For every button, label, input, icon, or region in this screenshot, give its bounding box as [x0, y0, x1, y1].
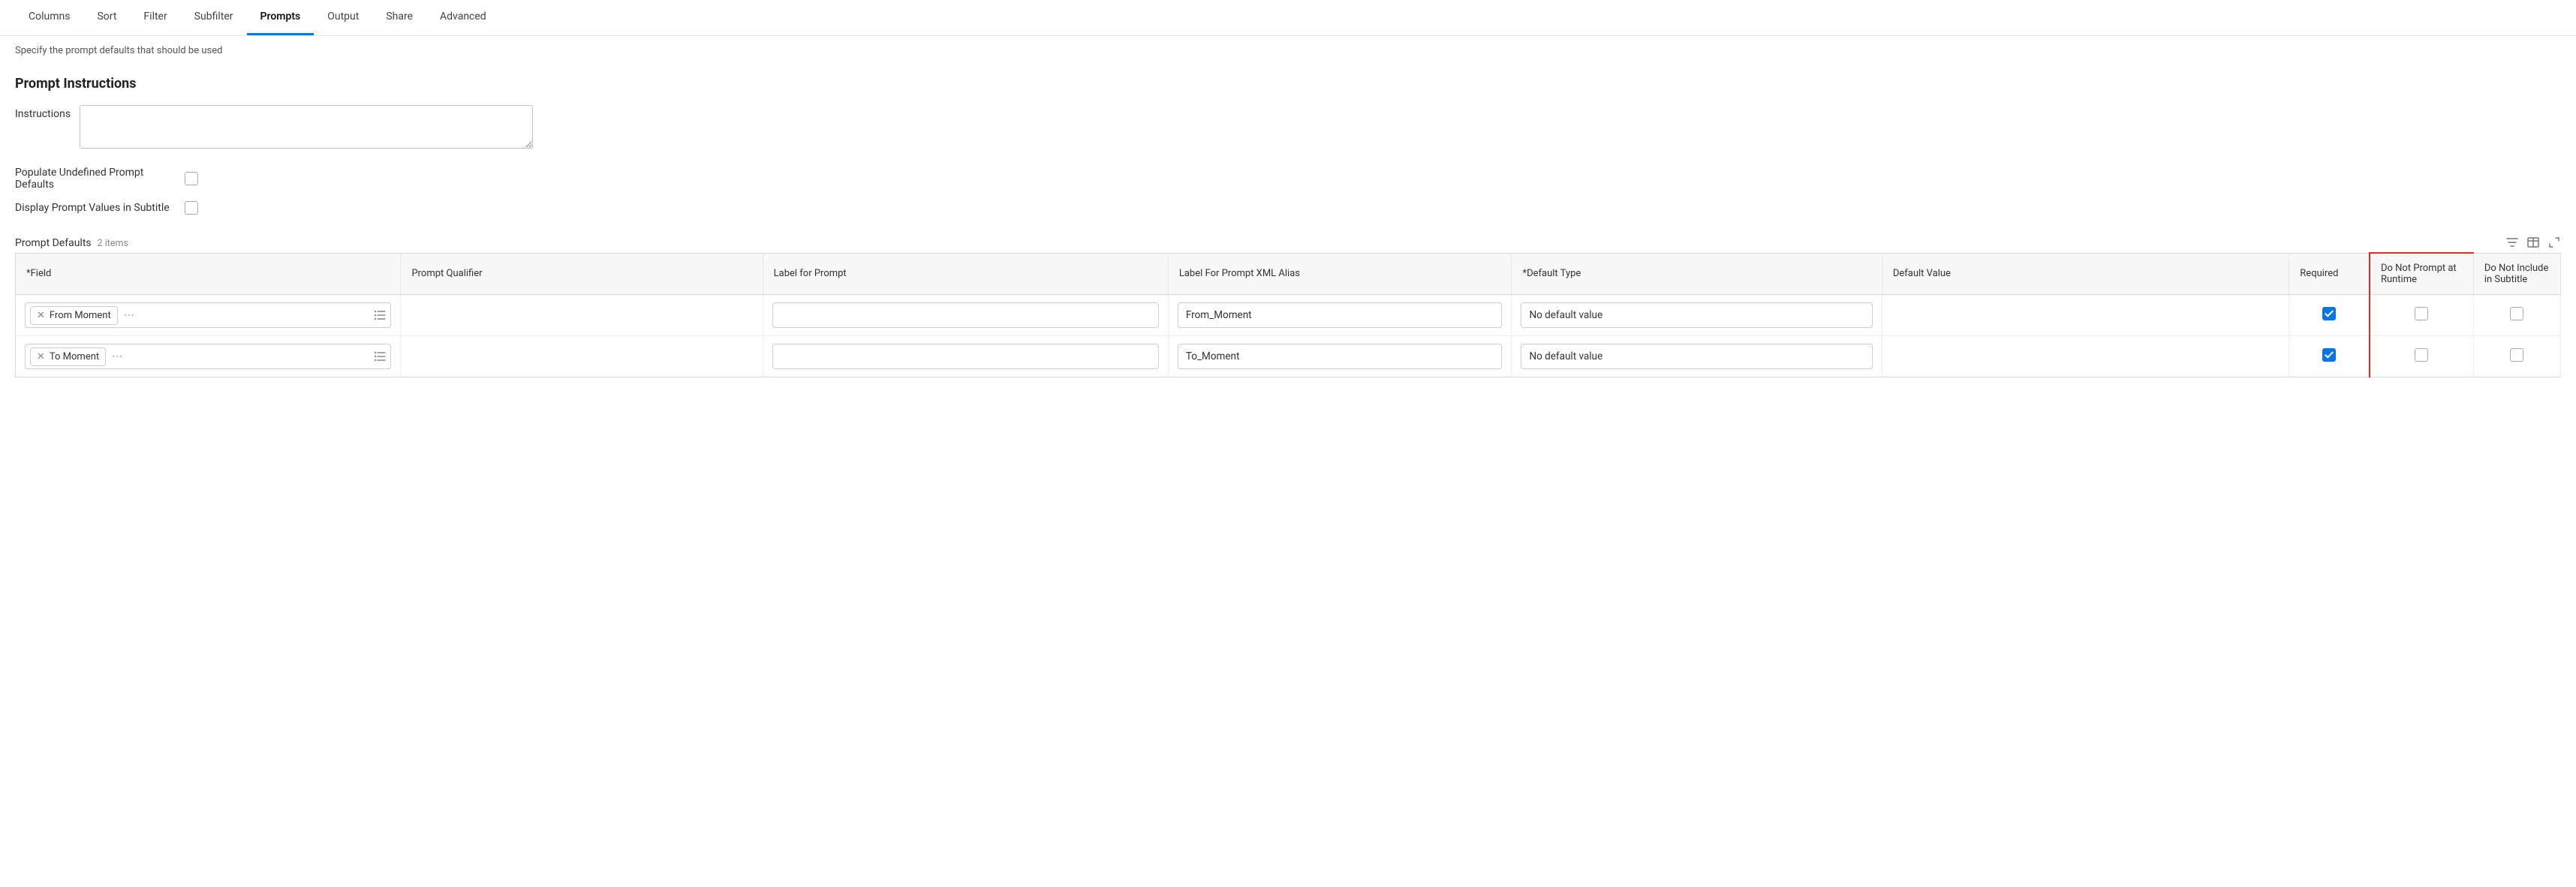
prompt-defaults-table: *Field Prompt Qualifier Label for Prompt… — [15, 252, 2561, 377]
no-subtitle-checkbox[interactable] — [2510, 348, 2523, 362]
default-type-input[interactable] — [1521, 302, 1872, 328]
instructions-label: Instructions — [15, 105, 80, 120]
chip-label: From Moment — [50, 310, 111, 321]
prompt-defaults-count: 2 items — [98, 238, 128, 249]
col-header-qualifier[interactable]: Prompt Qualifier — [401, 253, 763, 295]
col-header-field[interactable]: *Field — [16, 253, 401, 295]
col-header-no-subtitle[interactable]: Do Not Include in Subtitle — [2473, 253, 2560, 295]
chip-more-icon[interactable]: ⋯ — [122, 309, 136, 321]
table-row: ✕ To Moment ⋯ — [16, 336, 2561, 377]
tab-columns[interactable]: Columns — [15, 0, 83, 35]
col-header-no-prompt[interactable]: Do Not Prompt at Runtime — [2370, 253, 2473, 295]
default-value-cell — [1882, 336, 2289, 377]
col-header-default-value[interactable]: Default Value — [1882, 253, 2289, 295]
alias-input[interactable] — [1178, 302, 1503, 328]
field-picker[interactable]: ✕ To Moment ⋯ — [25, 344, 391, 369]
chip-label: To Moment — [50, 351, 99, 362]
chip-remove-icon[interactable]: ✕ — [37, 352, 45, 362]
no-prompt-checkbox[interactable] — [2415, 348, 2428, 362]
instructions-textarea[interactable] — [80, 105, 533, 149]
no-prompt-checkbox[interactable] — [2415, 307, 2428, 320]
default-value-cell — [1882, 295, 2289, 336]
tab-advanced[interactable]: Advanced — [426, 0, 500, 35]
chip-more-icon[interactable]: ⋯ — [110, 350, 124, 362]
populate-defaults-label: Populate Undefined Prompt Defaults — [15, 167, 185, 191]
display-subtitle-label: Display Prompt Values in Subtitle — [15, 202, 185, 214]
required-checkbox[interactable] — [2322, 348, 2336, 362]
label-input[interactable] — [772, 344, 1159, 369]
tab-output[interactable]: Output — [314, 0, 372, 35]
qualifier-cell — [401, 336, 763, 377]
filter-icon[interactable] — [2505, 236, 2519, 249]
field-chip: ✕ From Moment — [30, 306, 118, 325]
required-checkbox[interactable] — [2322, 307, 2336, 320]
list-picker-icon[interactable] — [374, 351, 386, 362]
prompt-defaults-title: Prompt Defaults — [15, 237, 92, 249]
col-header-label[interactable]: Label for Prompt — [763, 253, 1168, 295]
tab-sort[interactable]: Sort — [83, 0, 130, 35]
col-header-alias[interactable]: Label For Prompt XML Alias — [1168, 253, 1512, 295]
col-header-required[interactable]: Required — [2289, 253, 2370, 295]
table-row: ✕ From Moment ⋯ — [16, 295, 2561, 336]
field-picker[interactable]: ✕ From Moment ⋯ — [25, 302, 391, 328]
chip-remove-icon[interactable]: ✕ — [37, 311, 45, 320]
tab-subfilter[interactable]: Subfilter — [181, 0, 247, 35]
expand-icon[interactable] — [2547, 236, 2561, 249]
populate-defaults-checkbox[interactable] — [185, 172, 198, 185]
col-header-default-type[interactable]: *Default Type — [1512, 253, 1882, 295]
display-subtitle-checkbox[interactable] — [185, 201, 198, 215]
tab-share[interactable]: Share — [372, 0, 426, 35]
field-chip: ✕ To Moment — [30, 347, 106, 366]
columns-icon[interactable] — [2526, 236, 2540, 249]
tab-bar: Columns Sort Filter Subfilter Prompts Ou… — [0, 0, 2576, 36]
qualifier-cell — [401, 295, 763, 336]
section-title-prompt-instructions: Prompt Instructions — [15, 76, 2561, 92]
page-description: Specify the prompt defaults that should … — [15, 45, 2561, 56]
label-input[interactable] — [772, 302, 1159, 328]
tab-prompts[interactable]: Prompts — [247, 0, 314, 35]
list-picker-icon[interactable] — [374, 310, 386, 320]
tab-filter[interactable]: Filter — [130, 0, 180, 35]
no-subtitle-checkbox[interactable] — [2510, 307, 2523, 320]
alias-input[interactable] — [1178, 344, 1503, 369]
default-type-input[interactable] — [1521, 344, 1872, 369]
